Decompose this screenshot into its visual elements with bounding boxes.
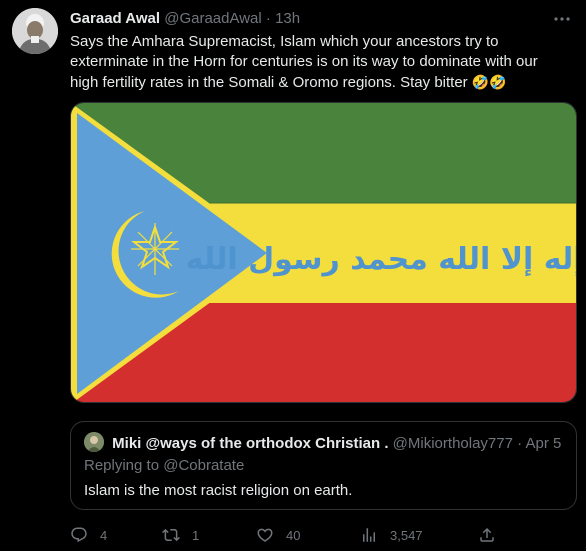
- quoted-tweet-text: Islam is the most racist religion on ear…: [84, 482, 353, 499]
- analytics-icon: [363, 528, 375, 542]
- shahada-text: لا إله إلا الله محمد رسول الله: [186, 242, 577, 277]
- tweet[interactable]: Garaad Awal @GaraadAwal · 13h Says the A…: [0, 0, 586, 551]
- retweet-icon: [162, 528, 180, 542]
- reply-button[interactable]: 4: [70, 523, 107, 547]
- share-button[interactable]: [478, 523, 508, 547]
- laughing-emoji: 🤣🤣: [471, 74, 507, 90]
- quoted-tweet[interactable]: Miki @ways of the orthodox Christian . @…: [70, 421, 577, 510]
- reply-count: 4: [100, 527, 108, 543]
- header-separator: ·: [265, 10, 271, 27]
- author-name[interactable]: Garaad Awal: [70, 10, 160, 27]
- retweet-count: 1: [192, 527, 200, 543]
- reply-prefix: Replying to: [84, 457, 160, 474]
- reply-handle-link[interactable]: @Cobratate: [163, 457, 244, 474]
- quoted-time[interactable]: Apr 5: [525, 435, 561, 452]
- quoted-author-avatar[interactable]: [84, 432, 104, 452]
- like-count: 40: [286, 527, 301, 543]
- flag-image: لا إله إلا الله محمد رسول الله: [71, 103, 577, 402]
- author-handle[interactable]: @GaraadAwal: [164, 10, 262, 27]
- quoted-tweet-header: Miki @ways of the orthodox Christian . @…: [84, 432, 568, 454]
- like-button[interactable]: 40: [256, 523, 300, 547]
- quoted-author-name[interactable]: Miki @ways of the orthodox Christian .: [112, 435, 388, 452]
- tweet-header: Garaad Awal @GaraadAwal · 13h: [70, 9, 546, 29]
- share-icon: [480, 527, 494, 542]
- tweet-text: Says the Amhara Supremacist, Islam which…: [70, 32, 540, 93]
- quoted-author-handle[interactable]: @Mikiortholay777: [393, 435, 513, 452]
- views-button[interactable]: 3,547: [360, 523, 423, 547]
- heart-icon: [257, 528, 273, 542]
- retweet-button[interactable]: 1: [162, 523, 199, 547]
- action-bar: 4 1 40 3,547: [70, 523, 510, 547]
- author-avatar[interactable]: [12, 8, 58, 54]
- replying-to: Replying to @Cobratate: [84, 457, 244, 474]
- tweet-time[interactable]: 13h: [275, 10, 300, 27]
- quoted-separator: ·: [517, 435, 523, 452]
- view-count: 3,547: [390, 527, 423, 543]
- reply-icon: [71, 527, 87, 543]
- tweet-image[interactable]: لا إله إلا الله محمد رسول الله: [70, 102, 577, 403]
- tweet-body: Says the Amhara Supremacist, Islam which…: [70, 33, 538, 91]
- more-icon[interactable]: [550, 10, 574, 28]
